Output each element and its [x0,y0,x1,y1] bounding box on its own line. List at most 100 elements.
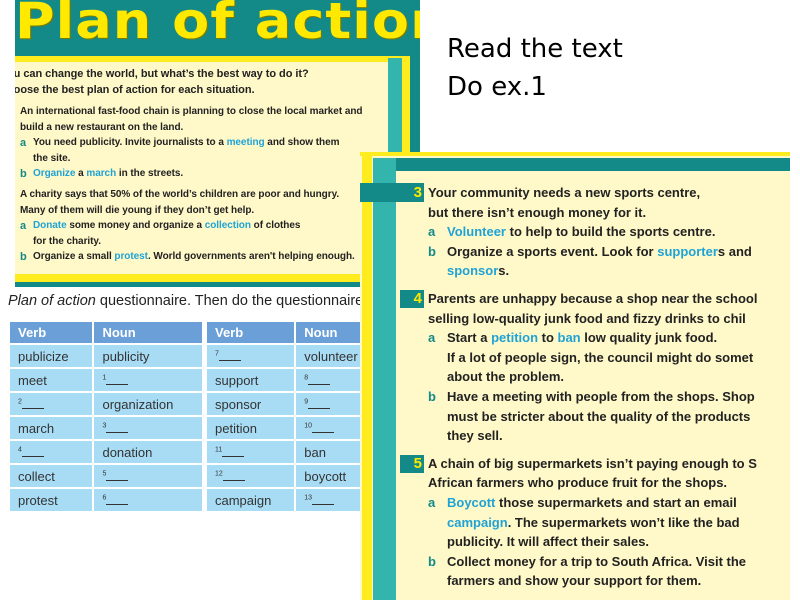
text-segment: Your community needs a new sports centre… [428,185,701,200]
answer-blank [308,374,331,385]
text-segment: A charity says that 50% of the world’s c… [20,189,340,200]
text-segment: to help to build the sports centre. [506,224,716,240]
table-cell: petition [207,417,295,439]
text-segment: Have a meeting with people from the shop… [447,388,755,404]
situation-4: 4 Parents are unhappy because a shop near… [400,289,790,446]
text-segment: Start a [447,330,492,346]
text-segment: farmers and show your support for them. [447,573,702,589]
table-row: 11 ban [207,441,380,463]
textbook-page-right: 3 Your community needs a new sports centr… [360,152,790,600]
option-b: b Organize a sports event. Look for suppo… [428,242,790,281]
table-row: 7 volunteer [207,345,380,367]
questionnaire-caption: Plan of action questionnaire. Then do th… [8,293,367,309]
vocabulary-word: campaign [447,514,508,530]
option-line: they sell. [447,426,790,446]
text-segment: a [75,168,87,180]
vocabulary-word: ban [557,330,581,346]
table-cell: 2 [10,393,93,415]
table-cell: 12 [207,465,295,487]
text-segment: build a new restaurant on the land. [20,121,184,133]
blank-number: 10 [304,422,313,430]
table-row: 4 donation [10,441,202,463]
yellow-strip [360,152,790,156]
text-segment: . World governments aren't helping enoug… [147,251,355,263]
text-segment: Parents are unhappy because a shop near … [428,290,758,306]
table-cell: 3 [94,417,202,439]
option-letter: b [428,553,436,569]
option-line: Collect money for a trip to South Africa… [447,552,790,572]
table-cell: protest [10,489,93,511]
text-segment: to [538,330,558,346]
vocabulary-word: supporter [657,243,718,259]
table-cell: 6 [94,489,202,511]
option-letter: a [20,220,27,233]
text-segment: of clothes [250,220,301,232]
verb-noun-table-1: Verb Noun publicize publicity meet 1 2 organiza… [8,320,204,513]
table-row: sponsor 9 [207,393,380,415]
situation-line: Your community needs a new sports centre… [428,183,790,203]
text-segment: in the streets. [116,168,184,180]
column-header: Verb [207,322,295,343]
table-row: collect 5 [10,465,202,487]
table-row: publicize publicity [10,345,202,367]
answer-blank [21,398,44,409]
option-line: farmers and show your support for them. [447,571,790,591]
text-segment: s and [717,243,752,259]
teal-bar-vertical [373,158,396,600]
text-segment: Organize a sports event. Look for [447,243,658,259]
option-line: Organize a small protest. World governme… [33,251,355,262]
answer-blank [312,494,335,505]
situation-line: but there isn’t enough money for it. [428,203,790,223]
vocabulary-word: meeting [226,137,265,149]
situations-list: 3 Your community needs a new sports centr… [400,183,790,599]
table-row: 12 boycott [207,465,380,487]
vocabulary-word: protest [114,251,148,263]
table-cell: 5 [94,465,202,487]
option-line: Donate some money and organize a collect… [33,220,300,231]
answer-blank [222,470,245,481]
intro-line: ou can change the world, but what’s the … [15,68,309,80]
table-cell: sponsor [207,393,295,415]
caption-italic: Plan of action [8,293,96,309]
page-title: Plan of action [15,0,420,50]
table-cell: publicize [10,345,93,367]
situation-5: 5A chain of big supermarkets isn’t payin… [400,454,790,591]
blank-number: 11 [215,446,223,454]
text-segment: for the charity. [33,235,101,247]
option-a: a Volunteer to help to build the sports c… [428,222,790,242]
situations-box: ou can change the world, but what’s the … [15,62,388,274]
situation-number-badge: 5 [400,454,424,473]
option-a: a Boycott those supermarkets and start an… [428,493,790,552]
option-letter: b [20,168,27,181]
option-letter: a [20,137,27,150]
answer-blank [218,350,241,361]
table-cell: publicity [94,345,202,367]
text-segment: Many of them will die young if they don’… [20,204,255,216]
option-b: b Collect money for a trip to South Afric… [428,552,790,591]
option-line: Organize a march in the streets. [33,168,183,179]
yellow-strip-vertical [362,152,372,600]
instruction-read: Read the text [447,34,623,64]
vocabulary-word: Donate [33,220,67,232]
text-segment: You need publicity. Invite journalists t… [33,137,227,149]
answer-blank [106,374,129,385]
table-header-row: Verb Noun [10,322,202,343]
option-letter: b [20,251,27,264]
answer-blank [106,470,129,481]
table-cell: support [207,369,295,391]
option-line: the site. [33,153,70,164]
intro-line: hoose the best plan of action for each s… [15,84,255,96]
table-row: support 8 [207,369,380,391]
answer-blank [308,398,331,409]
table-cell: 1 [94,369,202,391]
table-cell: meet [10,369,93,391]
text-segment: Collect money for a trip to South Africa… [447,553,747,569]
option-line: must be stricter about the quality of th… [447,407,790,427]
option-line: sponsors. [447,261,790,281]
vocabulary-word: march [86,168,117,180]
option-letter: a [428,494,436,510]
text-segment: but there isn’t enough money for it. [428,204,647,220]
table-cell: donation [94,441,202,463]
option-line: You need publicity. Invite journalists t… [33,137,340,149]
option-line: If a lot of people sign, the council mig… [447,348,790,368]
